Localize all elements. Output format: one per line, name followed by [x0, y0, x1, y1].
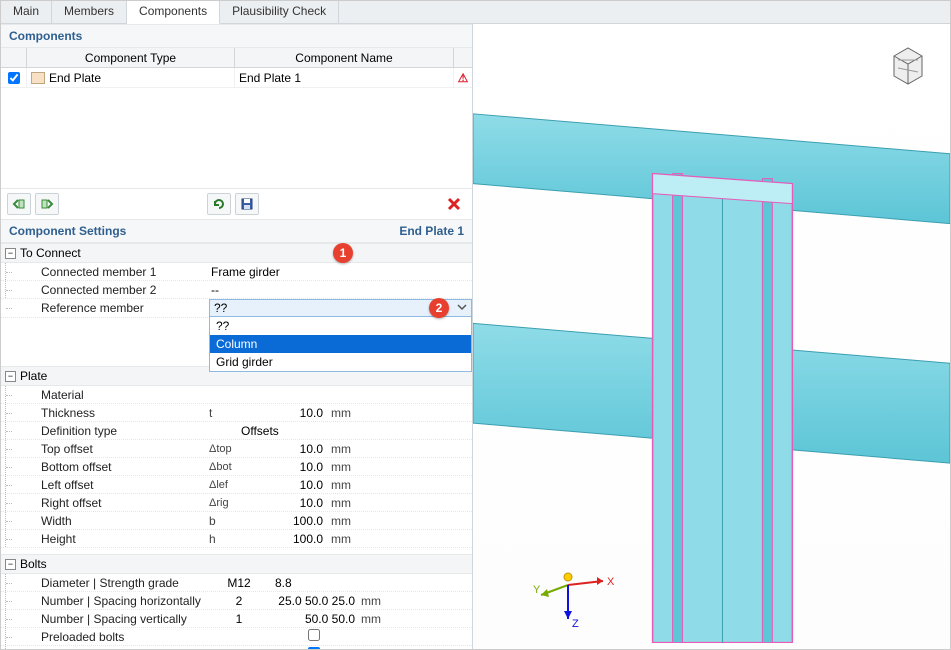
preloaded-bolts-checkbox[interactable] [308, 629, 320, 641]
svg-text:Y: Y [533, 584, 541, 596]
view-cube[interactable] [884, 42, 932, 90]
refresh-button[interactable] [207, 193, 231, 215]
reference-member-dropdown[interactable]: ?? 2 ?? Column Grid girder [209, 299, 472, 317]
tab-components[interactable]: Components [127, 1, 220, 24]
row-name-text: End Plate 1 [235, 68, 454, 87]
option-column[interactable]: Column [210, 335, 471, 353]
components-panel-title: Components [1, 24, 472, 48]
prop-bolt-horiz[interactable]: Number | Spacing horizontally 2 25.0 50.… [1, 592, 472, 610]
prop-preloaded-bolts[interactable]: Preloaded bolts [1, 628, 472, 646]
components-grid[interactable]: End Plate End Plate 1 ⚠ [1, 68, 472, 188]
prop-width[interactable]: Width b 100.0 mm [1, 512, 472, 530]
section-title: To Connect [20, 246, 81, 260]
prop-thickness[interactable]: Thickness t 10.0 mm [1, 404, 472, 422]
svg-text:X: X [607, 576, 615, 588]
components-toolbar [1, 188, 472, 219]
components-grid-header: Component Type Component Name [1, 48, 472, 68]
row-type-text: End Plate [49, 71, 101, 85]
svg-text:Z: Z [572, 618, 579, 630]
settings-panel-header: Component Settings End Plate 1 [1, 219, 472, 243]
tab-main[interactable]: Main [1, 1, 52, 23]
section-bolts[interactable]: − Bolts [1, 554, 472, 574]
shear-plane-checkbox[interactable] [308, 647, 320, 649]
option-blank[interactable]: ?? [210, 317, 471, 335]
color-swatch [31, 72, 45, 84]
row-checkbox[interactable] [8, 72, 20, 84]
settings-current-component: End Plate 1 [399, 224, 464, 238]
settings-panel-title: Component Settings [9, 224, 126, 238]
prop-bottom-offset[interactable]: Bottom offset Δbot 10.0 mm [1, 458, 472, 476]
prop-height[interactable]: Height h 100.0 mm [1, 530, 472, 548]
collapse-toggle[interactable]: − [5, 371, 16, 382]
annotation-2: 2 [429, 298, 449, 318]
prop-connected-member-1[interactable]: Connected member 1 Frame girder [1, 263, 472, 281]
save-button[interactable] [235, 193, 259, 215]
settings-tree[interactable]: − To Connect 1 Connected member 1 Frame … [1, 243, 472, 649]
axes-gizmo: X Y Z [533, 555, 623, 635]
prop-bolt-diameter[interactable]: Diameter | Strength grade M12 8.8 [1, 574, 472, 592]
annotation-1: 1 [333, 243, 353, 263]
col-header-name: Component Name [235, 48, 454, 67]
col-header-type: Component Type [27, 48, 235, 67]
option-grid-girder[interactable]: Grid girder [210, 353, 471, 371]
tab-plausibility[interactable]: Plausibility Check [220, 1, 339, 23]
section-title: Bolts [20, 557, 47, 571]
prop-top-offset[interactable]: Top offset Δtop 10.0 mm [1, 440, 472, 458]
section-to-connect[interactable]: − To Connect 1 [1, 243, 472, 263]
reference-member-options: ?? Column Grid girder [209, 316, 472, 372]
delete-button[interactable] [442, 193, 466, 215]
prop-right-offset[interactable]: Right offset Δrig 10.0 mm [1, 494, 472, 512]
component-row[interactable]: End Plate End Plate 1 ⚠ [1, 68, 472, 88]
move-left-button[interactable] [7, 193, 31, 215]
move-right-button[interactable] [35, 193, 59, 215]
chevron-down-icon [457, 301, 467, 315]
viewport-render [473, 24, 950, 643]
prop-left-offset[interactable]: Left offset Δlef 10.0 mm [1, 476, 472, 494]
3d-viewport[interactable]: X Y Z [473, 24, 950, 649]
prop-bolt-vert[interactable]: Number | Spacing vertically 1 50.0 50.0 … [1, 610, 472, 628]
tab-members[interactable]: Members [52, 1, 127, 23]
collapse-toggle[interactable]: − [5, 559, 16, 570]
tab-bar: Main Members Components Plausibility Che… [1, 1, 950, 24]
prop-definition-type[interactable]: Definition type Offsets [1, 422, 472, 440]
warning-icon: ⚠ [454, 71, 472, 85]
prop-shear-plane[interactable]: Shear plane in thread [1, 646, 472, 649]
prop-reference-member[interactable]: Reference member ?? 2 ?? Column Grid g [1, 299, 472, 318]
section-title: Plate [20, 369, 47, 383]
collapse-toggle[interactable]: − [5, 248, 16, 259]
prop-material[interactable]: Material [1, 386, 472, 404]
prop-connected-member-2[interactable]: Connected member 2 -- [1, 281, 472, 299]
